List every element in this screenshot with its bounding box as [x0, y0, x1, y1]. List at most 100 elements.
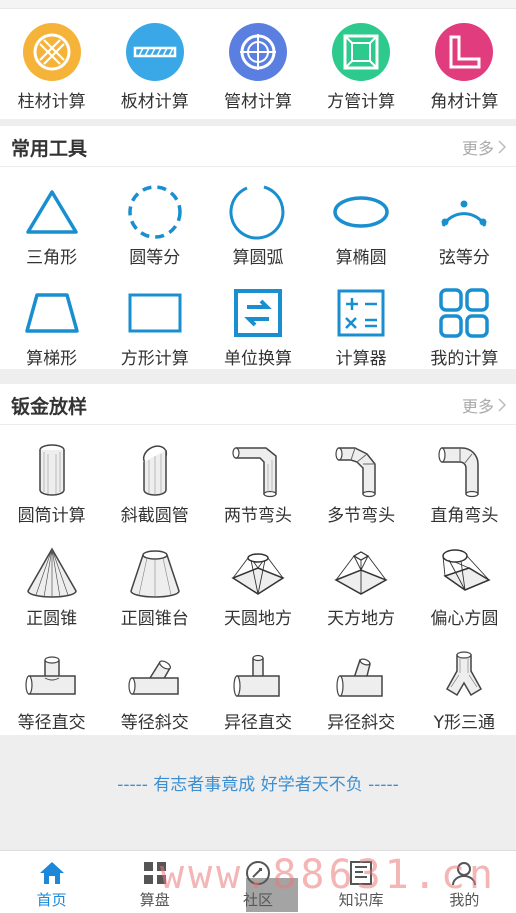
- material-round-bar[interactable]: 柱材计算: [0, 9, 103, 119]
- sheet-reducing-oblique-tee[interactable]: 异径斜交: [310, 632, 413, 733]
- sheet-equal-oblique-tee[interactable]: 等径斜交: [103, 632, 206, 733]
- material-plate[interactable]: 板材计算: [103, 9, 206, 119]
- sheet-label: 异径直交: [223, 712, 292, 733]
- tab-label: 知识库: [338, 891, 384, 909]
- tool-label: 算梯形: [26, 349, 78, 369]
- right-angle-elbow-icon: [434, 441, 494, 499]
- sheet-metal-header: 钣金放样 更多: [0, 384, 516, 425]
- tab-abacus[interactable]: 算盘: [103, 851, 206, 913]
- tool-label: 方形计算: [120, 349, 189, 369]
- material-label: 管材计算: [223, 92, 292, 112]
- sheet-eccentric-round-square[interactable]: 偏心方圆: [413, 528, 516, 629]
- sheet-round-to-square[interactable]: 天圆地方: [206, 528, 309, 629]
- square-tube-icon: [332, 23, 391, 81]
- ellipse-icon: [331, 183, 391, 241]
- tool-label: 弦等分: [438, 248, 490, 268]
- unit-convert-icon: [228, 284, 288, 342]
- tool-arc[interactable]: 算圆弧: [206, 167, 309, 268]
- trapezoid-icon: [22, 284, 82, 342]
- tool-trapezoid[interactable]: 算梯形: [0, 268, 103, 369]
- sheet-y-branch[interactable]: Y形三通: [413, 632, 516, 733]
- sheet-label: 天方地方: [327, 609, 396, 630]
- tab-home[interactable]: 首页: [0, 851, 103, 913]
- sheet-label: 正圆锥: [26, 609, 78, 630]
- material-pipe[interactable]: 管材计算: [206, 9, 309, 119]
- frustum-icon: [125, 544, 185, 602]
- tool-chord-divide[interactable]: 弦等分: [413, 167, 516, 268]
- tool-circle-divide[interactable]: 圆等分: [103, 167, 206, 268]
- sheet-metal-grid: 圆筒计算 斜截圆管 两节弯头 多节弯头 直角弯头 正圆锥 正圆锥台 天圆地方 天…: [0, 425, 516, 735]
- grid-icon: [141, 859, 169, 887]
- sheet-two-section-elbow[interactable]: 两节弯头: [206, 425, 309, 526]
- tab-me[interactable]: 我的: [413, 851, 516, 913]
- tool-rectangle[interactable]: 方形计算: [103, 268, 206, 369]
- sheet-cylinder[interactable]: 圆筒计算: [0, 425, 103, 526]
- common-tools-header: 常用工具 更多: [0, 126, 516, 167]
- section-separator: [0, 376, 516, 384]
- tool-label: 我的计算: [430, 349, 499, 369]
- top-divider: [0, 0, 516, 9]
- sheet-label: 等径斜交: [120, 712, 189, 733]
- tool-label: 算椭圆: [335, 248, 387, 268]
- sheet-square-to-square[interactable]: 天方地方: [310, 528, 413, 629]
- sheet-frustum[interactable]: 正圆锥台: [103, 528, 206, 629]
- material-label: 方管计算: [327, 92, 396, 112]
- tab-label: 算盘: [139, 891, 170, 909]
- chevron-right-icon: [498, 398, 506, 412]
- sheet-label: 偏心方圆: [430, 609, 499, 630]
- arc-icon: [228, 183, 288, 241]
- two-section-elbow-icon: [228, 441, 288, 499]
- slogan-text: ----- 有志者事竟成 好学者天不负 -----: [117, 775, 399, 795]
- square-to-square-icon: [331, 544, 391, 602]
- tab-label: 首页: [36, 891, 67, 909]
- tool-label: 计算器: [335, 349, 387, 369]
- reducing-oblique-tee-icon: [331, 648, 391, 706]
- equal-tee-icon: [22, 648, 82, 706]
- oblique-pipe-icon: [125, 441, 185, 499]
- material-label: 角材计算: [430, 92, 499, 112]
- tool-unit-convert[interactable]: 单位换算: [206, 268, 309, 369]
- tool-label: 三角形: [26, 248, 78, 268]
- tool-triangle[interactable]: 三角形: [0, 167, 103, 268]
- tool-label: 算圆弧: [232, 248, 284, 268]
- tool-ellipse[interactable]: 算椭圆: [310, 167, 413, 268]
- sheet-oblique-pipe[interactable]: 斜截圆管: [103, 425, 206, 526]
- material-square-tube[interactable]: 方管计算: [310, 9, 413, 119]
- y-branch-icon: [434, 648, 494, 706]
- sheet-equal-tee[interactable]: 等径直交: [0, 632, 103, 733]
- my-calc-icon: [434, 284, 494, 342]
- tab-label: 我的: [449, 891, 480, 909]
- material-angle-steel[interactable]: 角材计算: [413, 9, 516, 119]
- sheet-label: 两节弯头: [223, 506, 292, 526]
- circle-divide-icon: [125, 183, 185, 241]
- sheet-label: Y形三通: [433, 712, 496, 733]
- calculator-icon: [331, 284, 391, 342]
- more-label: 更多: [461, 139, 494, 158]
- more-label: 更多: [461, 397, 494, 416]
- section-title: 常用工具: [11, 138, 88, 160]
- sheet-right-angle-elbow[interactable]: 直角弯头: [413, 425, 516, 526]
- tool-calculator[interactable]: 计算器: [310, 268, 413, 369]
- section-title: 钣金放样: [11, 396, 88, 418]
- angle-steel-icon: [435, 23, 494, 81]
- multi-section-elbow-icon: [331, 441, 391, 499]
- sheet-label: 直角弯头: [430, 506, 499, 526]
- sheet-multi-section-elbow[interactable]: 多节弯头: [310, 425, 413, 526]
- rectangle-icon: [125, 284, 185, 342]
- reducing-tee-icon: [228, 648, 288, 706]
- tool-my-calc[interactable]: 我的计算: [413, 268, 516, 369]
- triangle-icon: [22, 183, 82, 241]
- common-tools-more-link[interactable]: 更多: [462, 135, 506, 159]
- tab-knowledge[interactable]: 知识库: [310, 851, 413, 913]
- sheet-label: 等径直交: [17, 712, 86, 733]
- home-icon: [38, 859, 66, 887]
- material-tools-row: 柱材计算 板材计算 管材计算 方管计算 角材计算: [0, 9, 516, 119]
- sheet-label: 斜截圆管: [120, 506, 189, 526]
- sheet-cone[interactable]: 正圆锥: [0, 528, 103, 629]
- sheet-reducing-tee[interactable]: 异径直交: [206, 632, 309, 733]
- user-icon: [450, 859, 478, 887]
- sheet-metal-more-link[interactable]: 更多: [462, 393, 506, 417]
- chord-divide-icon: [434, 183, 494, 241]
- chevron-right-icon: [498, 140, 506, 154]
- material-label: 板材计算: [120, 92, 189, 112]
